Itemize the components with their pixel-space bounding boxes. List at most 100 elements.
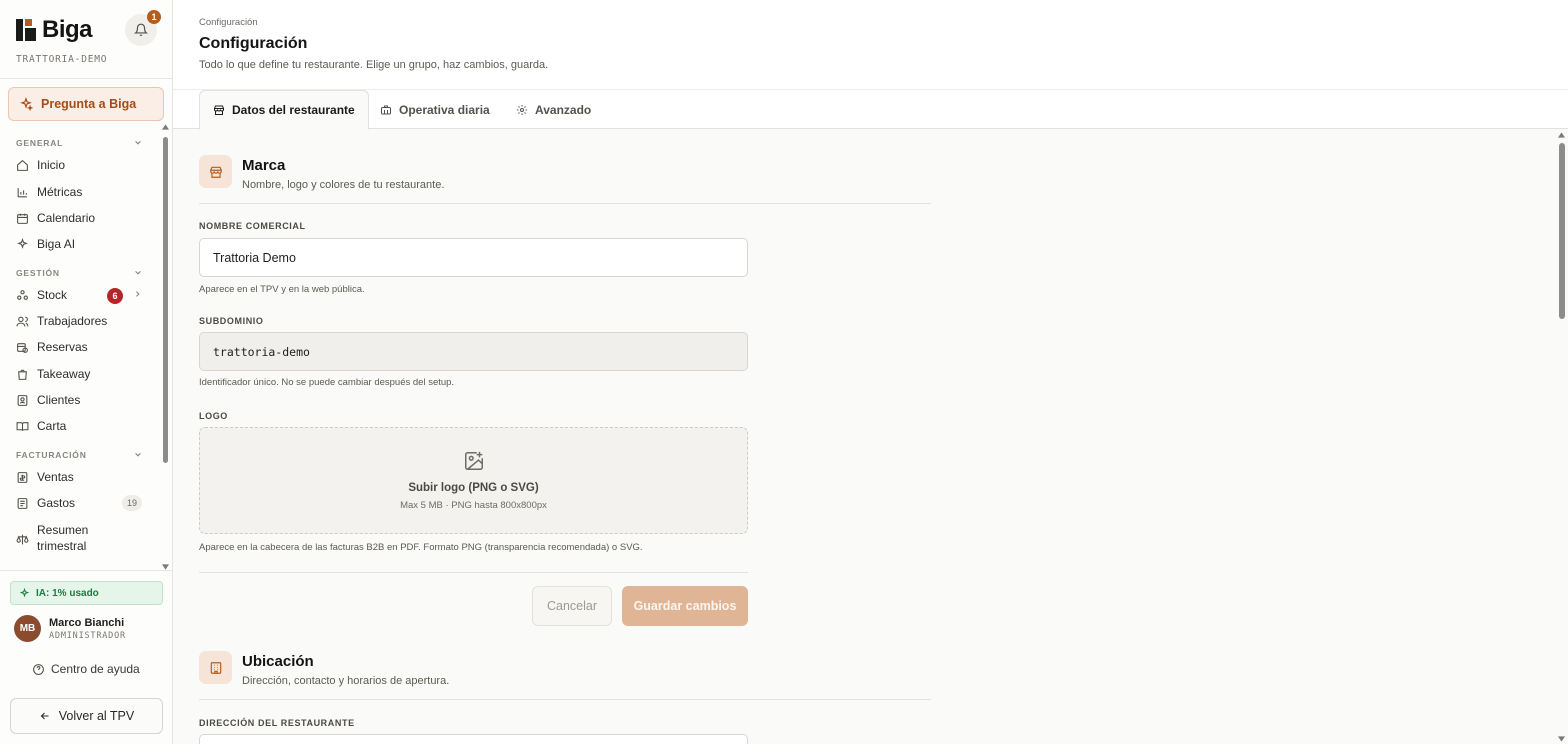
contact-icon	[16, 394, 29, 407]
sidebar-item-gastos[interactable]: Gastos 19	[16, 492, 146, 514]
main-content: Configuración Configuración Todo lo que …	[173, 0, 1568, 744]
scroll-up-arrow-icon[interactable]	[162, 124, 169, 130]
users-icon	[16, 315, 29, 328]
sparkles-icon	[19, 587, 30, 597]
business-name-hint: Aparece en el TPV y en la web pública.	[199, 284, 365, 295]
tab-label: Operativa diaria	[399, 102, 490, 117]
form-divider	[199, 572, 748, 573]
user-profile[interactable]: MB Marco Bianchi ADMINISTRADOR	[14, 615, 126, 642]
shopping-bag-icon	[16, 368, 29, 381]
address-input[interactable]	[199, 734, 748, 744]
tab-label: Datos del restaurante	[232, 103, 355, 117]
sidebar-item-label: Clientes	[37, 393, 81, 407]
chevron-down-icon[interactable]	[134, 451, 142, 459]
sidebar-item-metricas[interactable]: Métricas	[16, 181, 146, 203]
cancel-button[interactable]: Cancelar	[532, 586, 612, 626]
sidebar-item-label: Ventas	[37, 470, 74, 484]
sidebar-item-reservas[interactable]: Reservas	[16, 336, 146, 358]
sidebar-item-label: Resumen trimestral	[37, 522, 88, 554]
sidebar-item-stock[interactable]: Stock 6	[16, 284, 146, 306]
tab-avanzado[interactable]: Avanzado	[503, 90, 604, 129]
main-scrollbar-thumb[interactable]	[1559, 143, 1565, 319]
biga-logo-icon	[16, 19, 36, 41]
stock-alert-badge: 6	[107, 288, 123, 304]
help-circle-icon	[33, 663, 44, 675]
help-center-link[interactable]: Centro de ayuda	[32, 662, 140, 676]
store-icon	[214, 105, 224, 115]
section-subtitle-ubicacion: Dirección, contacto y horarios de apertu…	[242, 675, 450, 687]
tab-label: Avanzado	[535, 102, 592, 117]
logo-upload-limits: Max 5 MB · PNG hasta 800x800px	[400, 500, 547, 511]
settings-tabs: Datos del restaurante Operativa diaria A…	[173, 90, 1568, 130]
gastos-count-badge: 19	[122, 495, 142, 511]
sidebar-item-trabajadores[interactable]: Trabajadores	[16, 310, 146, 332]
boxes-icon	[16, 289, 29, 302]
ask-biga-label: Pregunta a Biga	[41, 97, 137, 111]
sidebar-item-calendario[interactable]: Calendario	[16, 207, 146, 229]
tab-datos-restaurante[interactable]: Datos del restaurante	[199, 90, 369, 130]
sidebar-scrollbar-thumb[interactable]	[163, 137, 168, 463]
sidebar-item-label: Stock	[37, 288, 68, 302]
chevron-down-icon[interactable]	[134, 269, 142, 277]
store-icon	[199, 155, 232, 188]
sidebar-divider	[0, 570, 172, 571]
chevron-right-icon	[136, 291, 140, 297]
brand-name: Biga	[42, 16, 93, 43]
building-icon	[199, 651, 232, 684]
notifications-button[interactable]: 1	[125, 10, 161, 46]
brand-logo[interactable]: Biga	[16, 16, 93, 44]
sidebar-item-ventas[interactable]: Ventas	[16, 466, 146, 488]
subdomain-hint: Identificador único. No se puede cambiar…	[199, 377, 455, 388]
logo-upload-dropzone[interactable]: Subir logo (PNG o SVG) Max 5 MB · PNG ha…	[199, 427, 748, 534]
bar-chart-icon	[16, 186, 29, 199]
section-general-label: GENERAL	[16, 138, 64, 148]
page-subtitle: Todo lo que define tu restaurante. Elige…	[199, 59, 549, 71]
logo-upload-title: Subir logo (PNG o SVG)	[408, 482, 539, 494]
receipt-icon	[16, 471, 29, 484]
sidebar-item-label: Métricas	[37, 185, 83, 199]
page-title: Configuración	[199, 35, 308, 52]
sidebar-nav: GENERAL Inicio Métricas Calendario Biga …	[0, 128, 160, 568]
section-subtitle-marca: Nombre, logo y colores de tu restaurante…	[242, 179, 445, 191]
sidebar-item-label: Trabajadores	[37, 314, 108, 328]
scroll-up-arrow-icon[interactable]	[1558, 132, 1565, 138]
section-title-marca: Marca	[242, 157, 286, 174]
sidebar-item-resumen-trimestral[interactable]: Resumen trimestral	[16, 522, 146, 558]
business-name-input[interactable]: Trattoria Demo	[199, 238, 748, 277]
image-plus-icon	[464, 451, 483, 470]
page-header: Configuración Configuración Todo lo que …	[173, 0, 1568, 90]
sidebar-item-label: Inicio	[37, 158, 66, 172]
sidebar-item-takeaway[interactable]: Takeaway	[16, 363, 146, 385]
sidebar-item-label-line2: trimestral	[37, 539, 87, 553]
arrow-left-icon	[40, 712, 49, 720]
help-center-label: Centro de ayuda	[51, 662, 140, 676]
back-to-tpv-button[interactable]: Volver al TPV	[10, 698, 163, 734]
breadcrumb[interactable]: Configuración	[199, 17, 258, 28]
sidebar-item-label: Gastos	[37, 496, 76, 510]
scroll-down-arrow-icon[interactable]	[1558, 736, 1565, 742]
ai-usage-badge: IA: 1% usado	[10, 581, 163, 605]
chevron-down-icon[interactable]	[134, 139, 142, 147]
book-open-icon	[16, 420, 29, 433]
sidebar-item-label: Calendario	[37, 211, 96, 225]
calendar-clock-icon	[16, 341, 29, 354]
tab-operativa-diaria[interactable]: Operativa diaria	[367, 90, 503, 129]
address-label: DIRECCIÓN DEL RESTAURANTE	[199, 718, 355, 728]
sidebar-item-inicio[interactable]: Inicio	[16, 154, 146, 176]
avatar: MB	[14, 615, 41, 642]
home-icon	[16, 159, 29, 172]
subdomain-input: trattoria-demo	[199, 332, 748, 371]
sidebar-item-label: Reservas	[37, 340, 88, 354]
sidebar-item-label: Takeaway	[37, 367, 91, 381]
save-changes-button[interactable]: Guardar cambios	[622, 586, 748, 626]
business-name-label: NOMBRE COMERCIAL	[199, 221, 306, 231]
logo-hint: Aparece en la cabecera de las facturas B…	[199, 542, 643, 553]
file-text-icon	[16, 497, 29, 510]
tenant-name: TRATTORIA-DEMO	[16, 54, 108, 65]
sidebar-item-clientes[interactable]: Clientes	[16, 389, 146, 411]
sparkles-icon	[20, 97, 33, 111]
sidebar-item-biga-ai[interactable]: Biga AI	[16, 233, 146, 255]
sidebar-item-carta[interactable]: Carta	[16, 415, 146, 437]
gear-icon	[517, 104, 527, 115]
ask-biga-button[interactable]: Pregunta a Biga	[8, 87, 164, 121]
